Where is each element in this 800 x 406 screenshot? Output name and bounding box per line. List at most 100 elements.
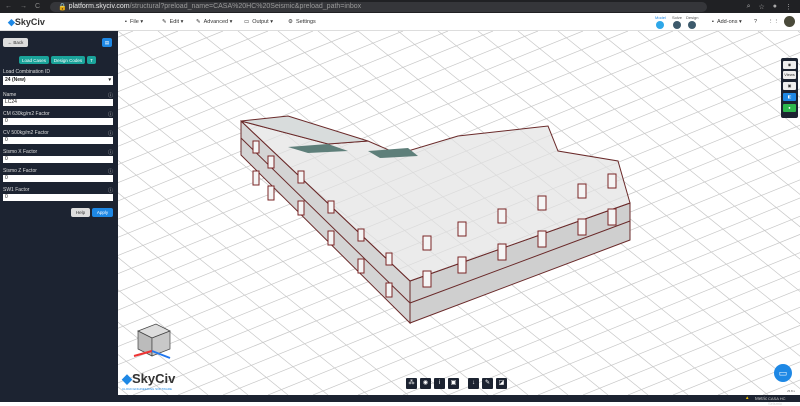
info-icon[interactable]: ⅰ (434, 378, 445, 389)
url-host: platform.skyciv.com (68, 3, 130, 10)
eye-icon[interactable]: ◉ (783, 61, 796, 69)
download-icon[interactable]: ↓ (468, 378, 479, 389)
profile-avatar[interactable]: ● (773, 3, 777, 11)
label-text: CM 630kg/m2 Factor (3, 111, 50, 117)
apply-button[interactable]: Apply (92, 208, 113, 217)
window (297, 170, 305, 184)
help-button[interactable]: Help (71, 208, 90, 217)
menu-settings[interactable]: ⚙ Settings (288, 19, 316, 25)
window (422, 235, 432, 251)
filter-label: T (90, 57, 93, 63)
3d-viewport[interactable]: ◆SkyCiv CLOUD ENGINEERING SOFTWARE ▭ (118, 31, 800, 395)
kebab-menu-icon[interactable]: ⋮ (785, 3, 792, 11)
window (607, 173, 617, 189)
window (297, 200, 305, 216)
camera-icon[interactable]: ▣ (783, 82, 796, 90)
menu-label: File ▾ (129, 19, 144, 25)
chat-button[interactable]: ▭ (774, 364, 792, 382)
info-icon[interactable]: ⓘ (108, 168, 113, 175)
step-label: Model (655, 15, 666, 20)
groups-icon[interactable]: ⁂ (406, 378, 417, 389)
skyciv-logo[interactable]: ◆SkyCiv (8, 17, 45, 28)
tab-label: Design Codes (53, 57, 83, 63)
info-icon[interactable]: ⓘ (108, 130, 113, 137)
views-button[interactable]: Views (783, 71, 796, 79)
info-icon[interactable]: ⓘ (108, 92, 113, 99)
address-bar[interactable]: 🔒 platform.skyciv.com/structural?preload… (50, 1, 707, 12)
label-text: SW1 Factor (3, 187, 30, 193)
label-text: Sismo X Factor (3, 149, 38, 155)
watermark-logo: SkyCiv (132, 371, 176, 386)
load-combination-select[interactable]: 24 (New) ▾ (3, 76, 113, 85)
grid-line (627, 325, 800, 395)
info-icon[interactable]: ⓘ (108, 149, 113, 156)
addons-menu[interactable]: ▪ Add-ons ▾ (712, 19, 742, 25)
menu-edit[interactable]: ✎ Edit ▾ (162, 19, 183, 25)
info-icon[interactable]: ⓘ (108, 111, 113, 118)
cm-factor-input[interactable]: 0 (3, 118, 113, 125)
menu-output[interactable]: ▭ Output ▾ (244, 19, 273, 25)
step-label: Solve (672, 15, 683, 20)
building-model (240, 115, 631, 325)
window (327, 200, 335, 214)
info-icon[interactable]: ⓘ (108, 187, 113, 194)
warning-icon[interactable]: ▲ (745, 395, 749, 400)
skyciv-watermark: ◆SkyCiv CLOUD ENGINEERING SOFTWARE (122, 371, 176, 391)
window (252, 170, 260, 186)
right-toolbar: ◉ Views ▣ ◧ ● (781, 58, 798, 118)
window (497, 208, 507, 224)
render-icon[interactable]: ◧ (783, 93, 796, 101)
window (267, 155, 275, 169)
help-icon[interactable]: ? (754, 19, 757, 25)
help-label: Help (75, 210, 86, 215)
tab-load-cases[interactable]: Load Cases (19, 56, 49, 64)
window (537, 230, 547, 248)
star-icon[interactable]: ☆ (758, 3, 764, 11)
back-icon[interactable]: ← (5, 3, 12, 10)
filter-button[interactable]: T (87, 56, 96, 64)
cv-factor-input[interactable]: 0 (3, 137, 113, 144)
sismo-x-input[interactable]: 0 (3, 156, 113, 163)
eraser-icon[interactable]: ◪ (496, 378, 507, 389)
label-text: CV 500kg/m2 Factor (3, 130, 49, 136)
sismo-z-input[interactable]: 0 (3, 175, 113, 182)
zoom-icon[interactable]: ⌕ (747, 3, 751, 11)
status-bar: ▲ Metric CASA HC Seismic v5.8.x (0, 389, 800, 406)
sw1-input[interactable]: 0 (3, 194, 113, 201)
window (497, 243, 507, 261)
menu-label: Add-ons ▾ (716, 19, 742, 25)
sidebar: ← Back ▤ Load Cases Design Codes T Load … (0, 31, 118, 395)
step-solve[interactable]: Solve (672, 15, 682, 29)
camera-icon[interactable]: ▣ (448, 378, 459, 389)
name-input[interactable]: LC24 (3, 99, 113, 106)
window (385, 252, 393, 266)
menu-label: Output ▾ (252, 19, 274, 25)
apply-label: Apply (96, 210, 109, 215)
user-avatar[interactable] (784, 16, 795, 27)
field-label-cm: CM 630kg/m2 Factor ⓘ (3, 111, 113, 118)
field-label-cv: CV 500kg/m2 Factor ⓘ (3, 130, 113, 137)
grid-line (637, 31, 800, 163)
units-label[interactable]: Metric (755, 396, 767, 401)
calculator-icon[interactable]: ▤ (102, 38, 112, 47)
combo-value: 24 (New) (5, 77, 26, 83)
menu-file[interactable]: ▪ File ▾ (125, 19, 143, 25)
back-label: Back (13, 40, 24, 45)
eye-icon[interactable]: ◉ (420, 378, 431, 389)
apps-grid-icon[interactable]: ⋮⋮ (768, 19, 779, 25)
step-design[interactable]: Design (686, 15, 698, 29)
menu-label: Advanced ▾ (203, 19, 233, 25)
model-canvas[interactable] (118, 31, 800, 395)
pencil-icon[interactable]: ✎ (482, 378, 493, 389)
window (357, 228, 365, 242)
menu-advanced[interactable]: ✎ Advanced ▾ (196, 19, 232, 25)
step-model[interactable]: Model (655, 15, 666, 29)
back-button[interactable]: ← Back (3, 38, 28, 47)
solve-icon[interactable]: ● (783, 104, 796, 112)
reload-icon[interactable]: C (35, 3, 40, 10)
view-cube[interactable] (133, 323, 171, 359)
forward-icon[interactable]: → (20, 3, 27, 10)
tab-design-codes[interactable]: Design Codes (51, 56, 85, 64)
browser-chrome: ← → C 🔒 platform.skyciv.com/structural?pre… (0, 0, 800, 13)
step-label: Design (686, 15, 699, 20)
